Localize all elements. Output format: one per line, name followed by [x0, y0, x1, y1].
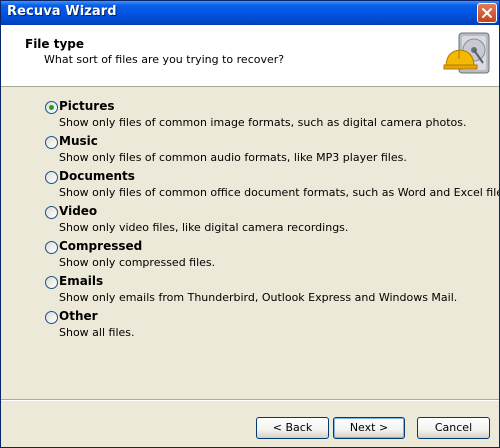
compressed-radio[interactable] [45, 241, 58, 254]
page-subtitle: What sort of files are you trying to rec… [44, 53, 285, 66]
page-title: File type [25, 37, 85, 51]
option-label[interactable]: Emails [59, 274, 103, 288]
video-radio[interactable] [45, 206, 58, 219]
option-label[interactable]: Compressed [59, 239, 142, 253]
option-description: Show only files of common image formats,… [59, 116, 467, 129]
close-button[interactable] [477, 3, 497, 23]
music-radio[interactable] [45, 136, 58, 149]
option-label[interactable]: Other [59, 309, 98, 323]
next-button[interactable]: Next > [333, 417, 405, 439]
pictures-radio[interactable] [45, 101, 58, 114]
emails-radio[interactable] [45, 276, 58, 289]
option-label[interactable]: Pictures [59, 99, 115, 113]
documents-radio[interactable] [45, 171, 58, 184]
option-description: Show only compressed files. [59, 256, 216, 269]
option-label[interactable]: Music [59, 134, 98, 148]
title-bar[interactable]: Recuva Wizard [1, 1, 499, 25]
back-button[interactable]: < Back [256, 417, 329, 439]
option-label[interactable]: Documents [59, 169, 135, 183]
option-description: Show only files of common office documen… [59, 186, 500, 199]
button-divider [1, 399, 499, 401]
other-radio[interactable] [45, 311, 58, 324]
option-description: Show only files of common audio formats,… [59, 151, 407, 164]
option-description: Show only emails from Thunderbird, Outlo… [59, 291, 458, 304]
window-title: Recuva Wizard [7, 4, 117, 19]
option-description: Show only video files, like digital came… [59, 221, 349, 234]
recuva-wizard-window: Recuva Wizard File type What sort of fil… [0, 0, 500, 448]
close-icon [482, 8, 492, 18]
hard-drive-hardhat-icon [443, 32, 490, 74]
option-description: Show all files. [59, 326, 135, 339]
cancel-button[interactable]: Cancel [417, 417, 490, 439]
option-label[interactable]: Video [59, 204, 97, 218]
wizard-header: File type What sort of files are you try… [1, 25, 499, 87]
